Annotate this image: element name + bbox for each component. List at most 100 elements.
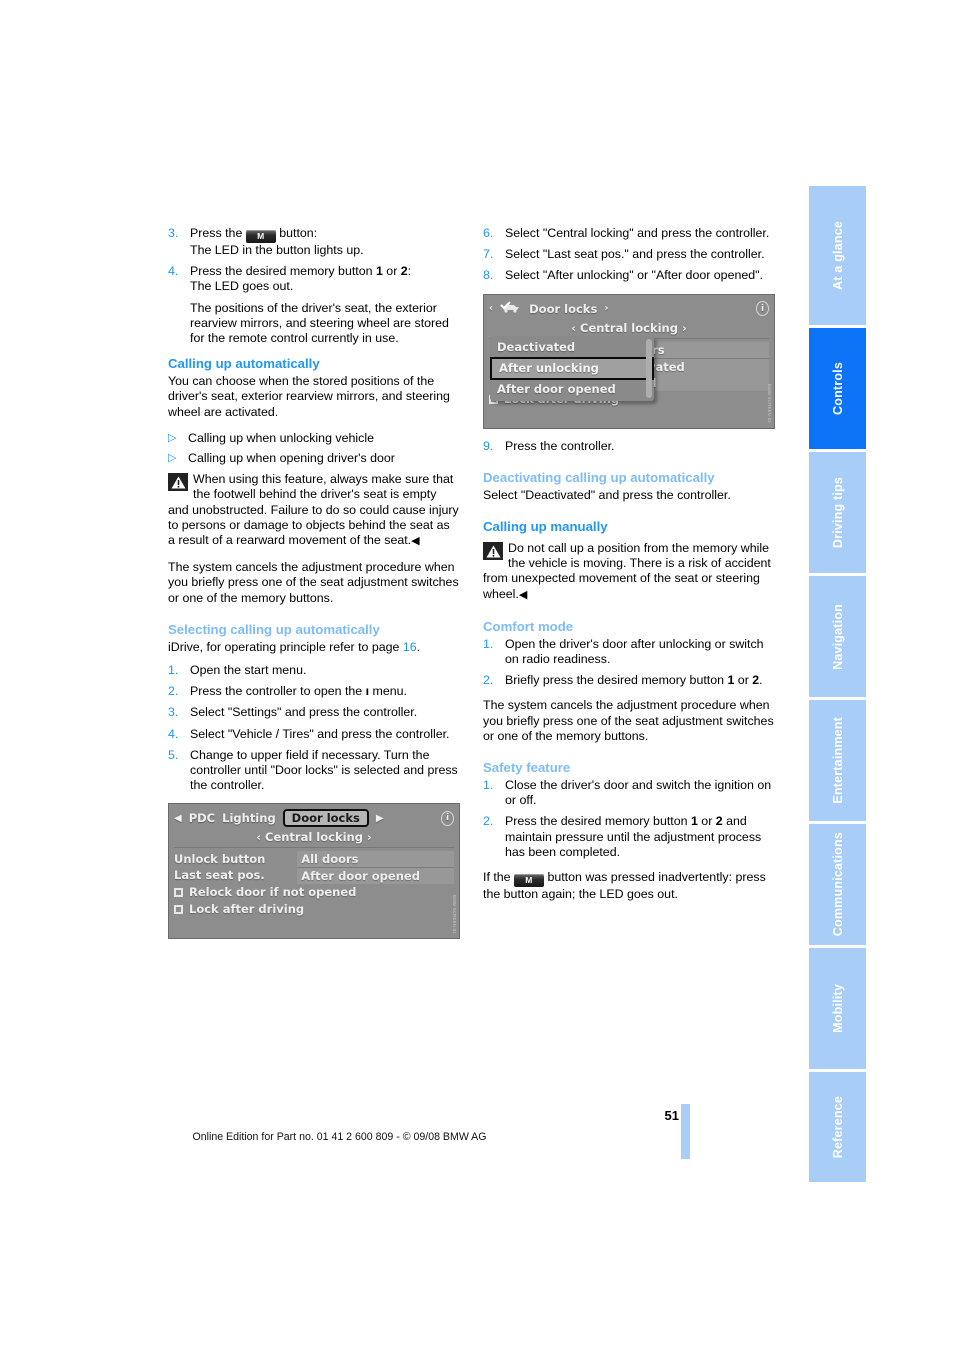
idrive-top-menu-bar: ‹ Door locks › i (489, 299, 769, 319)
left-column: 3. Press the M button: The LED in the but… (168, 226, 460, 949)
left-arrow-icon[interactable]: ◀ (174, 813, 182, 824)
right-column: 6. Select "Central locking" and press th… (483, 226, 775, 913)
step-number: 3. (168, 705, 179, 720)
step4-note: The positions of the driver's seat, the … (190, 300, 449, 346)
calling-up-automatically-bullets: ▷ Calling up when unlocking vehicle ▷ Ca… (168, 431, 460, 466)
step-number: 4. (168, 264, 179, 279)
menu-title-door-locks[interactable]: Door locks (529, 302, 597, 316)
comfort-mode-steps-list: 1. Open the driver's door after unlockin… (483, 637, 775, 689)
heading-safety-feature: Safety feature (483, 760, 571, 776)
memory-m-button-glyph: M (514, 874, 544, 888)
step-number: 1. (483, 778, 494, 793)
step-text-line2: The LED in the button lights up. (190, 243, 364, 257)
sidebar-tab-communications[interactable]: Communications (809, 824, 866, 945)
step-text: Open the start menu. (190, 663, 307, 678)
step-text: Select "Settings" and press the controll… (190, 705, 418, 720)
popup-option-after-door-opened[interactable]: After door opened (490, 380, 654, 399)
list-item: 4. Press the desired memory button 1 or … (168, 264, 460, 294)
footer-accent-bar (681, 1104, 690, 1159)
list-item: 8. Select "After unlocking" or "After do… (483, 268, 775, 283)
scrollbar[interactable] (646, 338, 652, 398)
bullet-label: Calling up when unlocking vehicle (188, 430, 374, 445)
step-number: 2. (483, 814, 494, 829)
cancel-note: The system cancels the adjustment proced… (168, 560, 459, 605)
idrive-dropdown-popup: Deactivated After unlocking After door o… (490, 335, 654, 401)
sidebar-tab-label: Communications (830, 832, 845, 937)
table-row[interactable]: Unlock button All doors (174, 851, 454, 868)
idrive-screenshot-central-locking-popup: ‹ Door locks › i ‹ Central locking › l (483, 293, 775, 429)
step-number: 2. (483, 673, 494, 688)
info-menu-icon: ı (365, 684, 370, 699)
sidebar-tab-label: Navigation (830, 603, 845, 670)
menu-item-pdc[interactable]: PDC (189, 811, 215, 825)
row-label: Unlock button (174, 852, 266, 867)
heading-calling-up-automatically: Calling up automatically (168, 356, 320, 372)
checkbox-lock-after-driving[interactable]: Lock after driving (174, 901, 454, 918)
menu-item-door-locks-selected[interactable]: Door locks (282, 809, 369, 828)
step-text: Press the M button: The LED in the button… (190, 226, 460, 258)
comfort-mode-note: The system cancels the adjustment proced… (483, 698, 774, 743)
sidebar-tab-driving-tips[interactable]: Driving tips (809, 452, 866, 573)
step-number: 1. (168, 663, 179, 678)
step-number: 5. (168, 747, 179, 762)
sidebar-tab-entertainment[interactable]: Entertainment (809, 700, 866, 821)
checkbox-icon (174, 905, 183, 915)
step-number: 7. (483, 247, 494, 262)
step-text: Select "Vehicle / Tires" and press the c… (190, 726, 450, 741)
step-text-line2: The LED goes out. (190, 279, 294, 294)
info-icon[interactable]: i (756, 301, 769, 317)
popup-option-deactivated[interactable]: Deactivated (490, 338, 654, 357)
step-text: Press the controller to open the ı menu. (190, 684, 407, 699)
sidebar-tab-mobility[interactable]: Mobility (809, 948, 866, 1069)
triangle-bullet-icon: ▷ (168, 431, 177, 444)
table-row[interactable]: Last seat pos. After door opened (174, 867, 454, 885)
row-value: All doors (297, 851, 454, 868)
list-item: The positions of the driver's seat, the … (168, 301, 460, 347)
right-arrow-icon[interactable]: › (604, 303, 608, 314)
sidebar-tab-label: Mobility (830, 984, 845, 1033)
step-number: 3. (168, 226, 179, 240)
step-number: 6. (483, 226, 494, 240)
sidebar-tab-controls[interactable]: Controls (809, 328, 866, 449)
warning-end-arrow-icon: ◀ (411, 535, 420, 548)
step-text: Briefly press the desired memory button … (505, 673, 763, 688)
step-text: Select "Central locking" and press the c… (505, 226, 770, 240)
sidebar-tab-label: Driving tips (830, 476, 845, 549)
idrive-top-menu-bar: ◀ PDC Lighting Door locks ▶ i (174, 808, 454, 828)
page-reference-link[interactable]: 16 (403, 640, 417, 654)
popup-option-after-unlocking[interactable]: After unlocking (490, 356, 654, 380)
step-text: Press the desired memory button 1 or 2 a… (505, 814, 762, 859)
memory-m-button-glyph: M (245, 230, 276, 243)
info-icon[interactable]: i (441, 810, 454, 826)
list-item: 2. Press the controller to open the ı me… (168, 684, 460, 699)
idrive-reference: iDrive, for operating principle refer to… (168, 640, 460, 655)
sidebar-tab-label: Reference (830, 1095, 845, 1159)
list-item: 5. Change to upper field if necessary. T… (168, 748, 460, 794)
step-text: Change to upper field if necessary. Turn… (190, 747, 458, 793)
step-number: 1. (483, 636, 494, 651)
step-text: Select "Last seat pos." and press the co… (505, 247, 765, 262)
sidebar-tab-navigation[interactable]: Navigation (809, 576, 866, 697)
list-item: 2. Press the desired memory button 1 or … (483, 814, 775, 860)
section-tab-rail: At a glance Controls Driving tips Naviga… (809, 186, 866, 1182)
list-item: 1. Close the driver's door and switch th… (483, 778, 775, 808)
left-arrow-icon[interactable]: ‹ (489, 303, 493, 314)
menu-item-lighting[interactable]: Lighting (222, 811, 276, 825)
triangle-bullet-icon: ▷ (168, 452, 177, 465)
sidebar-tab-at-a-glance[interactable]: At a glance (809, 186, 866, 325)
checkbox-relock-door-if-not-opened[interactable]: Relock door if not opened (174, 884, 454, 901)
idrive-reference-post: . (416, 639, 421, 654)
list-item: 6. Select "Central locking" and press th… (483, 226, 775, 241)
list-item: 1. Open the start menu. (168, 663, 460, 678)
manual-page: At a glance Controls Driving tips Naviga… (0, 0, 954, 1350)
step-text-part: button: (275, 226, 318, 240)
step-text-part: Press the (190, 226, 246, 240)
list-item: 4. Select "Vehicle / Tires" and press th… (168, 727, 460, 742)
deactivating-text: Select "Deactivated" and press the contr… (483, 487, 731, 502)
idrive-subtitle-central-locking[interactable]: ‹ Central locking › (174, 828, 454, 849)
bullet-label: Calling up when opening driver's door (188, 451, 395, 466)
list-item: 1. Open the driver's door after unlockin… (483, 637, 775, 667)
right-arrow-icon[interactable]: ▶ (376, 813, 384, 824)
warning-end-arrow-icon: ◀ (518, 588, 528, 601)
sidebar-tab-reference[interactable]: Reference (809, 1072, 866, 1182)
